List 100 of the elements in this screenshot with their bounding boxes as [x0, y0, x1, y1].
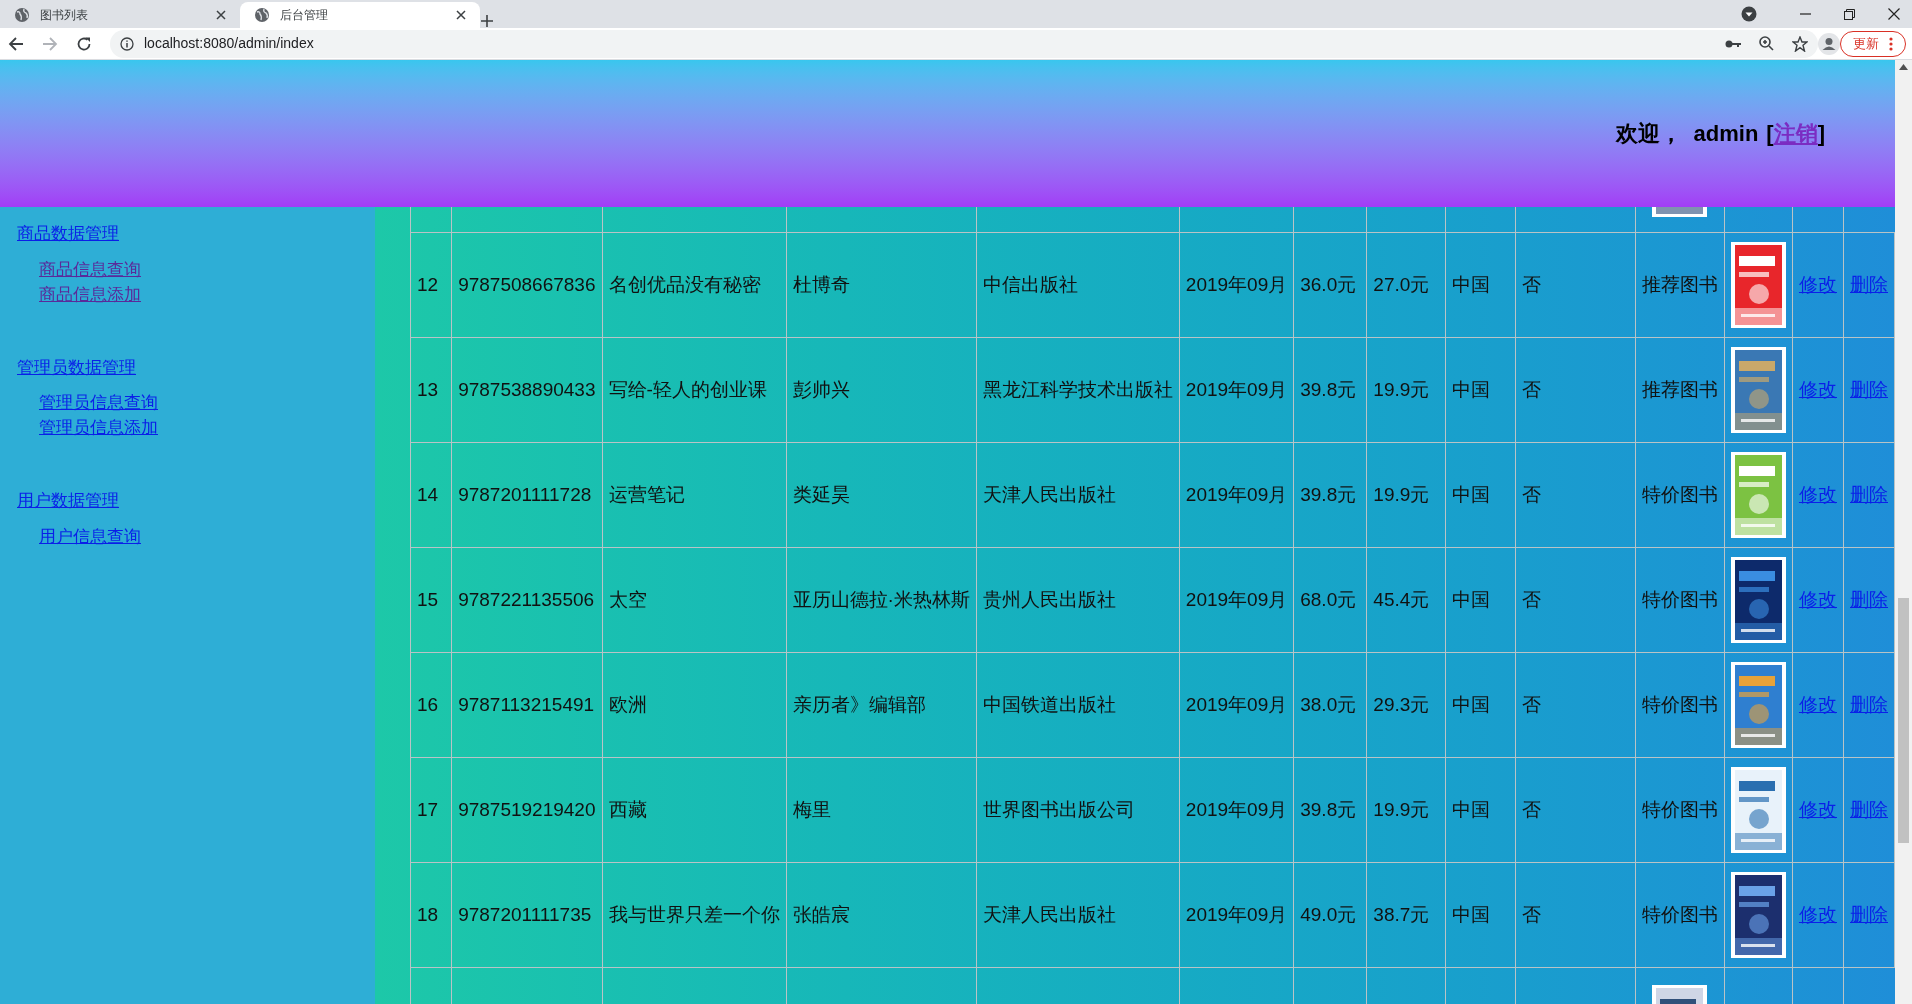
sale-price-cell: 29.3元 — [1373, 693, 1430, 715]
title-cell: 欧洲 — [608, 693, 647, 715]
id-cell: 17 — [417, 798, 439, 820]
edit-link[interactable]: 修改 — [1798, 588, 1837, 610]
title-cell: 太空 — [608, 588, 647, 610]
delete-link[interactable]: 删除 — [1850, 903, 1888, 925]
sidebar-group-link[interactable]: 商品数据管理 — [17, 221, 119, 247]
welcome-text: 欢迎， — [1615, 120, 1682, 148]
publisher-cell: 天津人民出版社 — [982, 483, 1116, 505]
isbn-cell: 9787519219420 — [458, 798, 596, 820]
close-icon[interactable] — [216, 10, 226, 20]
restore-icon[interactable] — [1844, 8, 1855, 20]
info-icon[interactable] — [120, 36, 134, 51]
id-cell: 12 — [417, 273, 439, 295]
delete-link[interactable]: 删除 — [1850, 483, 1888, 505]
delete-link[interactable]: 删除 — [1850, 588, 1888, 610]
title-cell: 西藏 — [608, 798, 647, 820]
url-text: localhost:8080/admin/index — [144, 34, 315, 53]
author-cell: 亚历山德拉·米热林斯 — [792, 588, 970, 610]
back-icon[interactable] — [8, 35, 24, 52]
sidebar-group-link[interactable]: 管理员数据管理 — [17, 354, 136, 380]
date-cell: 2019年09月 — [1185, 273, 1288, 295]
date-cell: 2019年09月 — [1185, 903, 1288, 925]
flag-cell: 否 — [1521, 588, 1541, 610]
isbn-cell: 9787201111735 — [458, 903, 592, 925]
title-cell: 运营笔记 — [608, 483, 685, 505]
price-cell: 68.0元 — [1300, 588, 1357, 610]
edit-link[interactable]: 修改 — [1798, 378, 1837, 400]
author-cell: 杜博奇 — [792, 273, 850, 295]
logout-link[interactable]: 注销 — [1773, 117, 1818, 150]
price-cell: 39.8元 — [1300, 483, 1357, 505]
sale-price-cell: 19.9元 — [1373, 483, 1430, 505]
id-cell: 13 — [417, 378, 439, 400]
zoom-icon[interactable] — [1759, 36, 1774, 51]
dropdown-icon[interactable] — [1741, 6, 1757, 22]
publisher-cell: 黑龙江科学技术出版社 — [982, 378, 1173, 400]
delete-link[interactable]: 删除 — [1850, 273, 1888, 295]
date-cell: 2019年09月 — [1185, 693, 1288, 715]
globe-icon — [14, 7, 30, 23]
country-cell: 中国 — [1451, 588, 1490, 610]
profile-icon[interactable] — [1818, 32, 1840, 55]
flag-cell: 否 — [1521, 378, 1541, 400]
sale-price-cell: 19.9元 — [1373, 798, 1430, 820]
scroll-up-icon[interactable] — [1899, 64, 1908, 70]
delete-link[interactable]: 删除 — [1850, 378, 1888, 400]
id-cell: 15 — [417, 588, 439, 610]
flag-cell: 否 — [1521, 273, 1541, 295]
flag-cell: 否 — [1521, 693, 1541, 715]
isbn-cell: 9787201111728 — [458, 483, 592, 505]
category-cell: 特价图书 — [1641, 693, 1718, 715]
title-cell: 写给-轻人的创业课 — [608, 378, 767, 400]
delete-link[interactable]: 删除 — [1850, 798, 1888, 820]
id-cell: 14 — [417, 483, 439, 505]
star-icon[interactable] — [1792, 35, 1808, 52]
browser-tab[interactable]: 图书列表 — [0, 2, 240, 28]
category-cell: 特价图书 — [1641, 798, 1718, 820]
sidebar-link[interactable]: 管理员信息查询 — [39, 390, 158, 415]
sidebar-link[interactable]: 管理员信息添加 — [39, 415, 158, 440]
category-cell: 特价图书 — [1641, 483, 1718, 505]
key-icon[interactable] — [1725, 38, 1741, 49]
address-field[interactable]: localhost:8080/admin/index — [110, 29, 1818, 58]
id-cell: 16 — [417, 693, 439, 715]
country-cell: 中国 — [1451, 693, 1490, 715]
sidebar-link[interactable]: 用户信息查询 — [39, 523, 141, 549]
delete-link[interactable]: 删除 — [1850, 693, 1888, 715]
sidebar-link[interactable]: 商品信息添加 — [39, 281, 141, 307]
edit-link[interactable]: 修改 — [1798, 693, 1837, 715]
price-cell: 49.0元 — [1300, 903, 1357, 925]
category-cell: 推荐图书 — [1641, 273, 1718, 295]
author-cell: 类延昊 — [792, 483, 850, 505]
sidebar-group-link[interactable]: 用户数据管理 — [17, 488, 119, 514]
country-cell: 中国 — [1451, 273, 1490, 295]
price-cell: 39.8元 — [1300, 798, 1357, 820]
edit-link[interactable]: 修改 — [1798, 483, 1837, 505]
sidebar-link[interactable]: 商品信息查询 — [39, 256, 141, 282]
sale-price-cell: 45.4元 — [1373, 588, 1430, 610]
close-icon[interactable] — [456, 10, 466, 20]
sale-price-cell: 19.9元 — [1373, 378, 1430, 400]
scroll-thumb[interactable] — [1898, 598, 1909, 843]
date-cell: 2019年09月 — [1185, 588, 1288, 610]
scrollbar[interactable] — [1895, 60, 1912, 1004]
publisher-cell: 中信出版社 — [982, 273, 1078, 295]
edit-link[interactable]: 修改 — [1798, 273, 1837, 295]
isbn-cell: 9787113215491 — [458, 693, 595, 715]
edit-link[interactable]: 修改 — [1798, 798, 1837, 820]
tab-title: 图书列表 — [40, 7, 89, 24]
close-icon[interactable] — [1888, 8, 1900, 20]
new-tab-icon[interactable] — [480, 14, 494, 28]
flag-cell: 否 — [1521, 798, 1541, 820]
reload-icon[interactable] — [76, 35, 92, 52]
country-cell: 中国 — [1451, 483, 1490, 505]
edit-link[interactable]: 修改 — [1798, 903, 1837, 925]
sale-price-cell: 38.7元 — [1373, 903, 1430, 925]
globe-icon — [254, 7, 270, 23]
more-icon[interactable] — [1889, 36, 1893, 51]
publisher-cell: 天津人民出版社 — [982, 903, 1116, 925]
date-cell: 2019年09月 — [1185, 378, 1288, 400]
author-cell: 彭帅兴 — [792, 378, 850, 400]
category-cell: 特价图书 — [1641, 588, 1718, 610]
browser-tab[interactable]: 后台管理 — [240, 2, 480, 28]
